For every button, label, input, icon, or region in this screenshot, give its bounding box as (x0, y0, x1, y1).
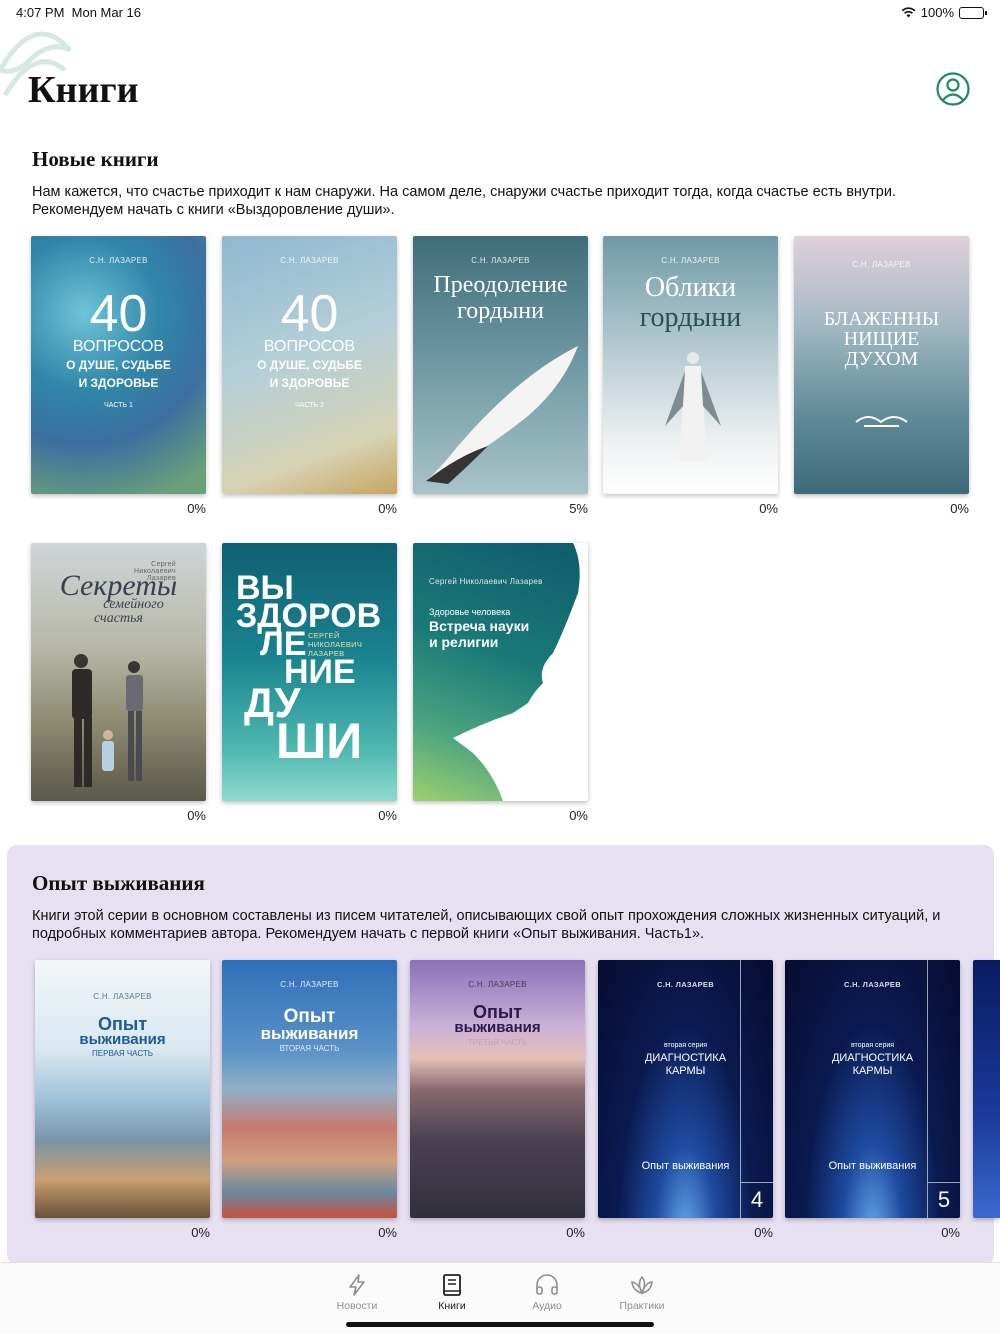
status-bar: 4:07 PM Mon Mar 16 100% (0, 0, 1000, 24)
book-author: С.Н. ЛАЗАРЕВ (280, 256, 339, 265)
book-series: вторая серия (663, 1042, 708, 1049)
book-part: ПЕРВАЯ ЧАСТЬ (92, 1049, 153, 1058)
book-title-line: ВОПРОСОВ (263, 338, 356, 355)
book-progress: 0% (187, 501, 206, 516)
book-title-line: ВОПРОСОВ (72, 338, 165, 355)
book-title-line: выживания (454, 1019, 541, 1036)
book-cover-karma-diagnostics-5[interactable]: С.Н. ЛАЗАРЕВ вторая серия ДИАГНОСТИКА КА… (785, 960, 960, 1218)
book-author: С.Н. ЛАЗАРЕВ (661, 256, 720, 265)
book-progress: 0% (754, 1225, 773, 1240)
book-progress: 0% (378, 808, 397, 823)
book-bottom-label: Опыт выживания (641, 1160, 730, 1172)
book-part: ВТОРАЯ ЧАСТЬ (279, 1044, 340, 1053)
battery-percent: 100% (920, 5, 954, 20)
book-progress: 0% (759, 501, 778, 516)
book-title-line: ДУХОМ (844, 348, 919, 370)
book-title-line: О ДУШЕ, СУДЬБЕ (66, 358, 171, 372)
wifi-icon (901, 7, 916, 18)
lotus-icon (631, 1275, 653, 1295)
status-indicators: 100% (901, 5, 987, 20)
book-progress: 0% (191, 1225, 210, 1240)
book-progress: 0% (378, 501, 397, 516)
book-title-line: ДИАГНОСТИКА (831, 1052, 914, 1064)
tab-label: Аудио (532, 1300, 562, 1312)
lightning-icon (349, 1274, 365, 1296)
book-cover-karma-diagnostics-4[interactable]: С.Н. ЛАЗАРЕВ вторая серия ДИАГНОСТИКА КА… (598, 960, 773, 1218)
tab-label: Новости (336, 1300, 378, 1312)
book-cover-survival-1[interactable]: С.Н. ЛАЗАРЕВ Опыт выживания ПЕРВАЯ ЧАСТЬ (35, 960, 210, 1218)
book-cover-soul-healing[interactable]: ВЫ ЗДОРОВ СЕРГЕЙ НИКОЛАЕВИЧ ЛАЗАРЕВ ЛЕ Н… (222, 543, 397, 801)
book-cover-overcoming-pride[interactable]: С.Н. ЛАЗАРЕВ Преодоление гордыни (413, 236, 588, 494)
book-cover-blessed-poor[interactable]: С.Н. ЛАЗАРЕВ БЛАЖЕННЫ НИЩИЕ ДУХОМ (794, 236, 969, 494)
book-cover-science-religion[interactable]: Сергей Николаевич Лазарев Здоровье челов… (413, 543, 588, 801)
book-progress: 0% (378, 1225, 397, 1240)
book-cover-40-questions-2[interactable]: С.Н. ЛАЗАРЕВ 40 ВОПРОСОВ О ДУШЕ, СУДЬБЕ … (222, 236, 397, 494)
section-title-new-books: Новые книги (32, 147, 159, 171)
book-title-line: гордыни (457, 298, 544, 324)
section-description-survival: Книги этой серии в основном составлены и… (32, 908, 941, 942)
book-title-line: 40 (280, 285, 339, 343)
book-title-line: гордыни (639, 302, 742, 333)
book-progress: 0% (569, 808, 588, 823)
section-title-survival: Опыт выживания (32, 871, 205, 895)
book-progress: 5% (569, 501, 588, 516)
book-author: С.Н. ЛАЗАРЕВ (844, 980, 901, 989)
tab-label: Практики (619, 1300, 665, 1312)
book-title-line: Облики (644, 272, 737, 303)
book-cover-40-questions-1[interactable]: С.Н. ЛАЗАРЕВ 40 ВОПРОСОВ О ДУШЕ, СУДЬБЕ … (31, 236, 206, 494)
book-cover-survival-3[interactable]: С.Н. ЛАЗАРЕВ Опыт выживания ТРЕТЬЯ ЧАСТЬ (410, 960, 585, 1218)
book-author: С.Н. ЛАЗАРЕВ (468, 980, 527, 989)
book-title-line: И ЗДОРОВЬЕ (269, 376, 350, 390)
figure-illustration (665, 352, 721, 461)
family-illustration (72, 654, 143, 787)
profile-icon[interactable] (936, 72, 970, 106)
book-title-line: О ДУШЕ, СУДЬБЕ (257, 358, 362, 372)
book-author: С.Н. ЛАЗАРЕВ (852, 260, 911, 269)
book-cover-faces-of-pride[interactable]: С.Н. ЛАЗАРЕВ Облики гордыни (603, 236, 778, 494)
book-title-line: 40 (89, 285, 148, 343)
book-bottom-label: Опыт выживания (828, 1160, 917, 1172)
book-part: ТРЕТЬЯ ЧАСТЬ (467, 1038, 528, 1047)
book-progress: 0% (950, 501, 969, 516)
tab-books[interactable]: Книги (407, 1273, 497, 1312)
profile-silhouette (453, 543, 588, 801)
book-number: 4 (740, 1182, 773, 1218)
book-cover-next-partial[interactable] (973, 960, 1000, 1218)
book-author: С.Н. ЛАЗАРЕВ (280, 980, 339, 989)
book-title-line: Преодоление (433, 272, 568, 298)
tab-practices[interactable]: Практики (597, 1273, 687, 1312)
tab-label: Книги (438, 1300, 466, 1312)
book-part: ЧАСТЬ 2 (295, 402, 324, 409)
book-cover-survival-2[interactable]: С.Н. ЛАЗАРЕВ Опыт выживания ВТОРАЯ ЧАСТЬ (222, 960, 397, 1218)
book-title-line: счастья (94, 611, 143, 626)
book-title-line: ШИ (276, 713, 363, 769)
headphones-icon (536, 1274, 558, 1295)
book-author: С.Н. ЛАЗАРЕВ (471, 256, 530, 265)
book-part: ЧАСТЬ 1 (104, 402, 133, 409)
book-author: С.Н. ЛАЗАРЕВ (93, 992, 152, 1001)
book-progress: 0% (187, 808, 206, 823)
home-indicator (346, 1322, 654, 1327)
wing-illustration (426, 346, 578, 484)
tab-audio[interactable]: Аудио (502, 1273, 592, 1312)
book-author: С.Н. ЛАЗАРЕВ (657, 980, 714, 989)
section-description-new-books: Нам кажется, что счастье приходит к нам … (32, 184, 896, 218)
book-number: 5 (927, 1182, 960, 1218)
book-title-line: выживания (260, 1024, 359, 1043)
battery-icon (959, 6, 987, 19)
ornament-icon (855, 416, 908, 427)
book-cover-family-secrets[interactable]: Сергей Николаевич Лазарев Секреты семейн… (31, 543, 206, 801)
book-title-line: ДИАГНОСТИКА (644, 1052, 727, 1064)
page-title: Книги (28, 69, 139, 111)
book-icon (443, 1274, 461, 1296)
book-title-line: КАРМЫ (665, 1065, 706, 1077)
tab-news[interactable]: Новости (312, 1273, 402, 1312)
book-progress: 0% (941, 1225, 960, 1240)
book-author: С.Н. ЛАЗАРЕВ (89, 256, 148, 265)
book-title-line: КАРМЫ (852, 1065, 893, 1077)
book-series: вторая серия (850, 1042, 895, 1049)
book-title-line: И ЗДОРОВЬЕ (78, 376, 159, 390)
book-title-line: выживания (79, 1031, 166, 1048)
book-progress: 0% (566, 1225, 585, 1240)
